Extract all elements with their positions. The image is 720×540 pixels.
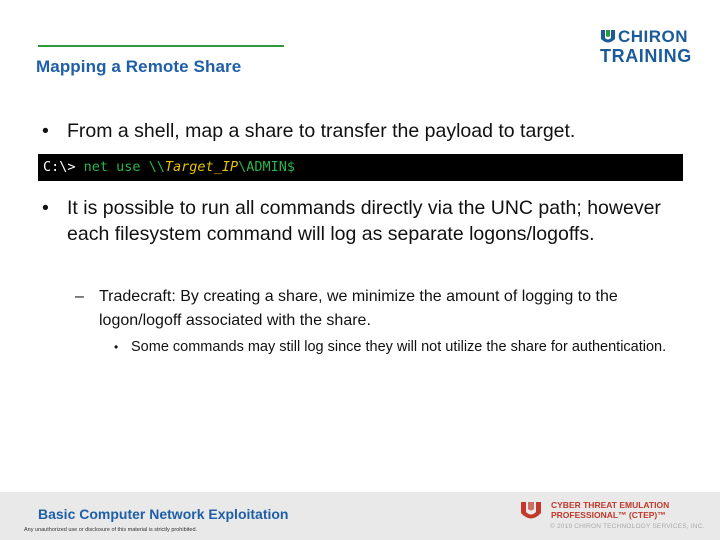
footer-course-title: Basic Computer Network Exploitation	[38, 506, 289, 522]
slide-title: Mapping a Remote Share	[36, 57, 242, 76]
ctep-shield-icon	[521, 502, 541, 519]
bullet-dot-icon: •	[42, 197, 49, 219]
chiron-shield-icon	[601, 30, 615, 43]
title-rule	[38, 45, 284, 47]
code-prompt: C:\>	[43, 159, 76, 175]
copyright: © 2019 CHIRON TECHNOLOGY SERVICES, INC.	[550, 523, 705, 530]
footer-notice: Any unauthorized use or disclosure of th…	[24, 527, 198, 533]
sub-sub-bullet: • Some commands may still log since they…	[114, 337, 671, 358]
ctep-line-2: PROFESSIONAL™ (CTEP)™	[551, 510, 666, 520]
sub-bullet: – Tradecraft: By creating a share, we mi…	[75, 285, 679, 333]
ctep-program-name: CYBER THREAT EMULATION PROFESSIONAL™ (CT…	[551, 500, 669, 520]
code-command: net use \\	[75, 159, 165, 175]
sub-sub-bullet-text: Some commands may still log since they w…	[131, 339, 667, 355]
logo-wordmark-chiron: CHIRON	[618, 27, 689, 46]
bullet-dot-icon: •	[114, 340, 119, 354]
bullet-1-text: From a shell, map a share to transfer th…	[67, 120, 576, 142]
logo-wordmark-training: TRAINING	[600, 46, 692, 66]
footer: Basic Computer Network Exploitation Any …	[0, 492, 720, 540]
code-suffix: \ADMIN$	[238, 159, 295, 175]
dash-icon: –	[75, 288, 84, 305]
code-target: Target_IP	[164, 159, 239, 175]
ctep-line-1: CYBER THREAT EMULATION	[551, 500, 670, 510]
bullet-2: • It is possible to run all commands dir…	[42, 195, 687, 247]
bullet-1: • From a shell, map a share to transfer …	[42, 118, 707, 144]
sub-bullet-text: Tradecraft: By creating a share, we mini…	[99, 288, 618, 329]
chiron-logo: CHIRON TRAINING	[600, 28, 695, 68]
bullet-2-text: It is possible to run all commands direc…	[67, 197, 661, 245]
bullet-dot-icon: •	[42, 120, 49, 142]
code-block: C:\> net use \\Target_IP\ADMIN$	[38, 154, 683, 181]
